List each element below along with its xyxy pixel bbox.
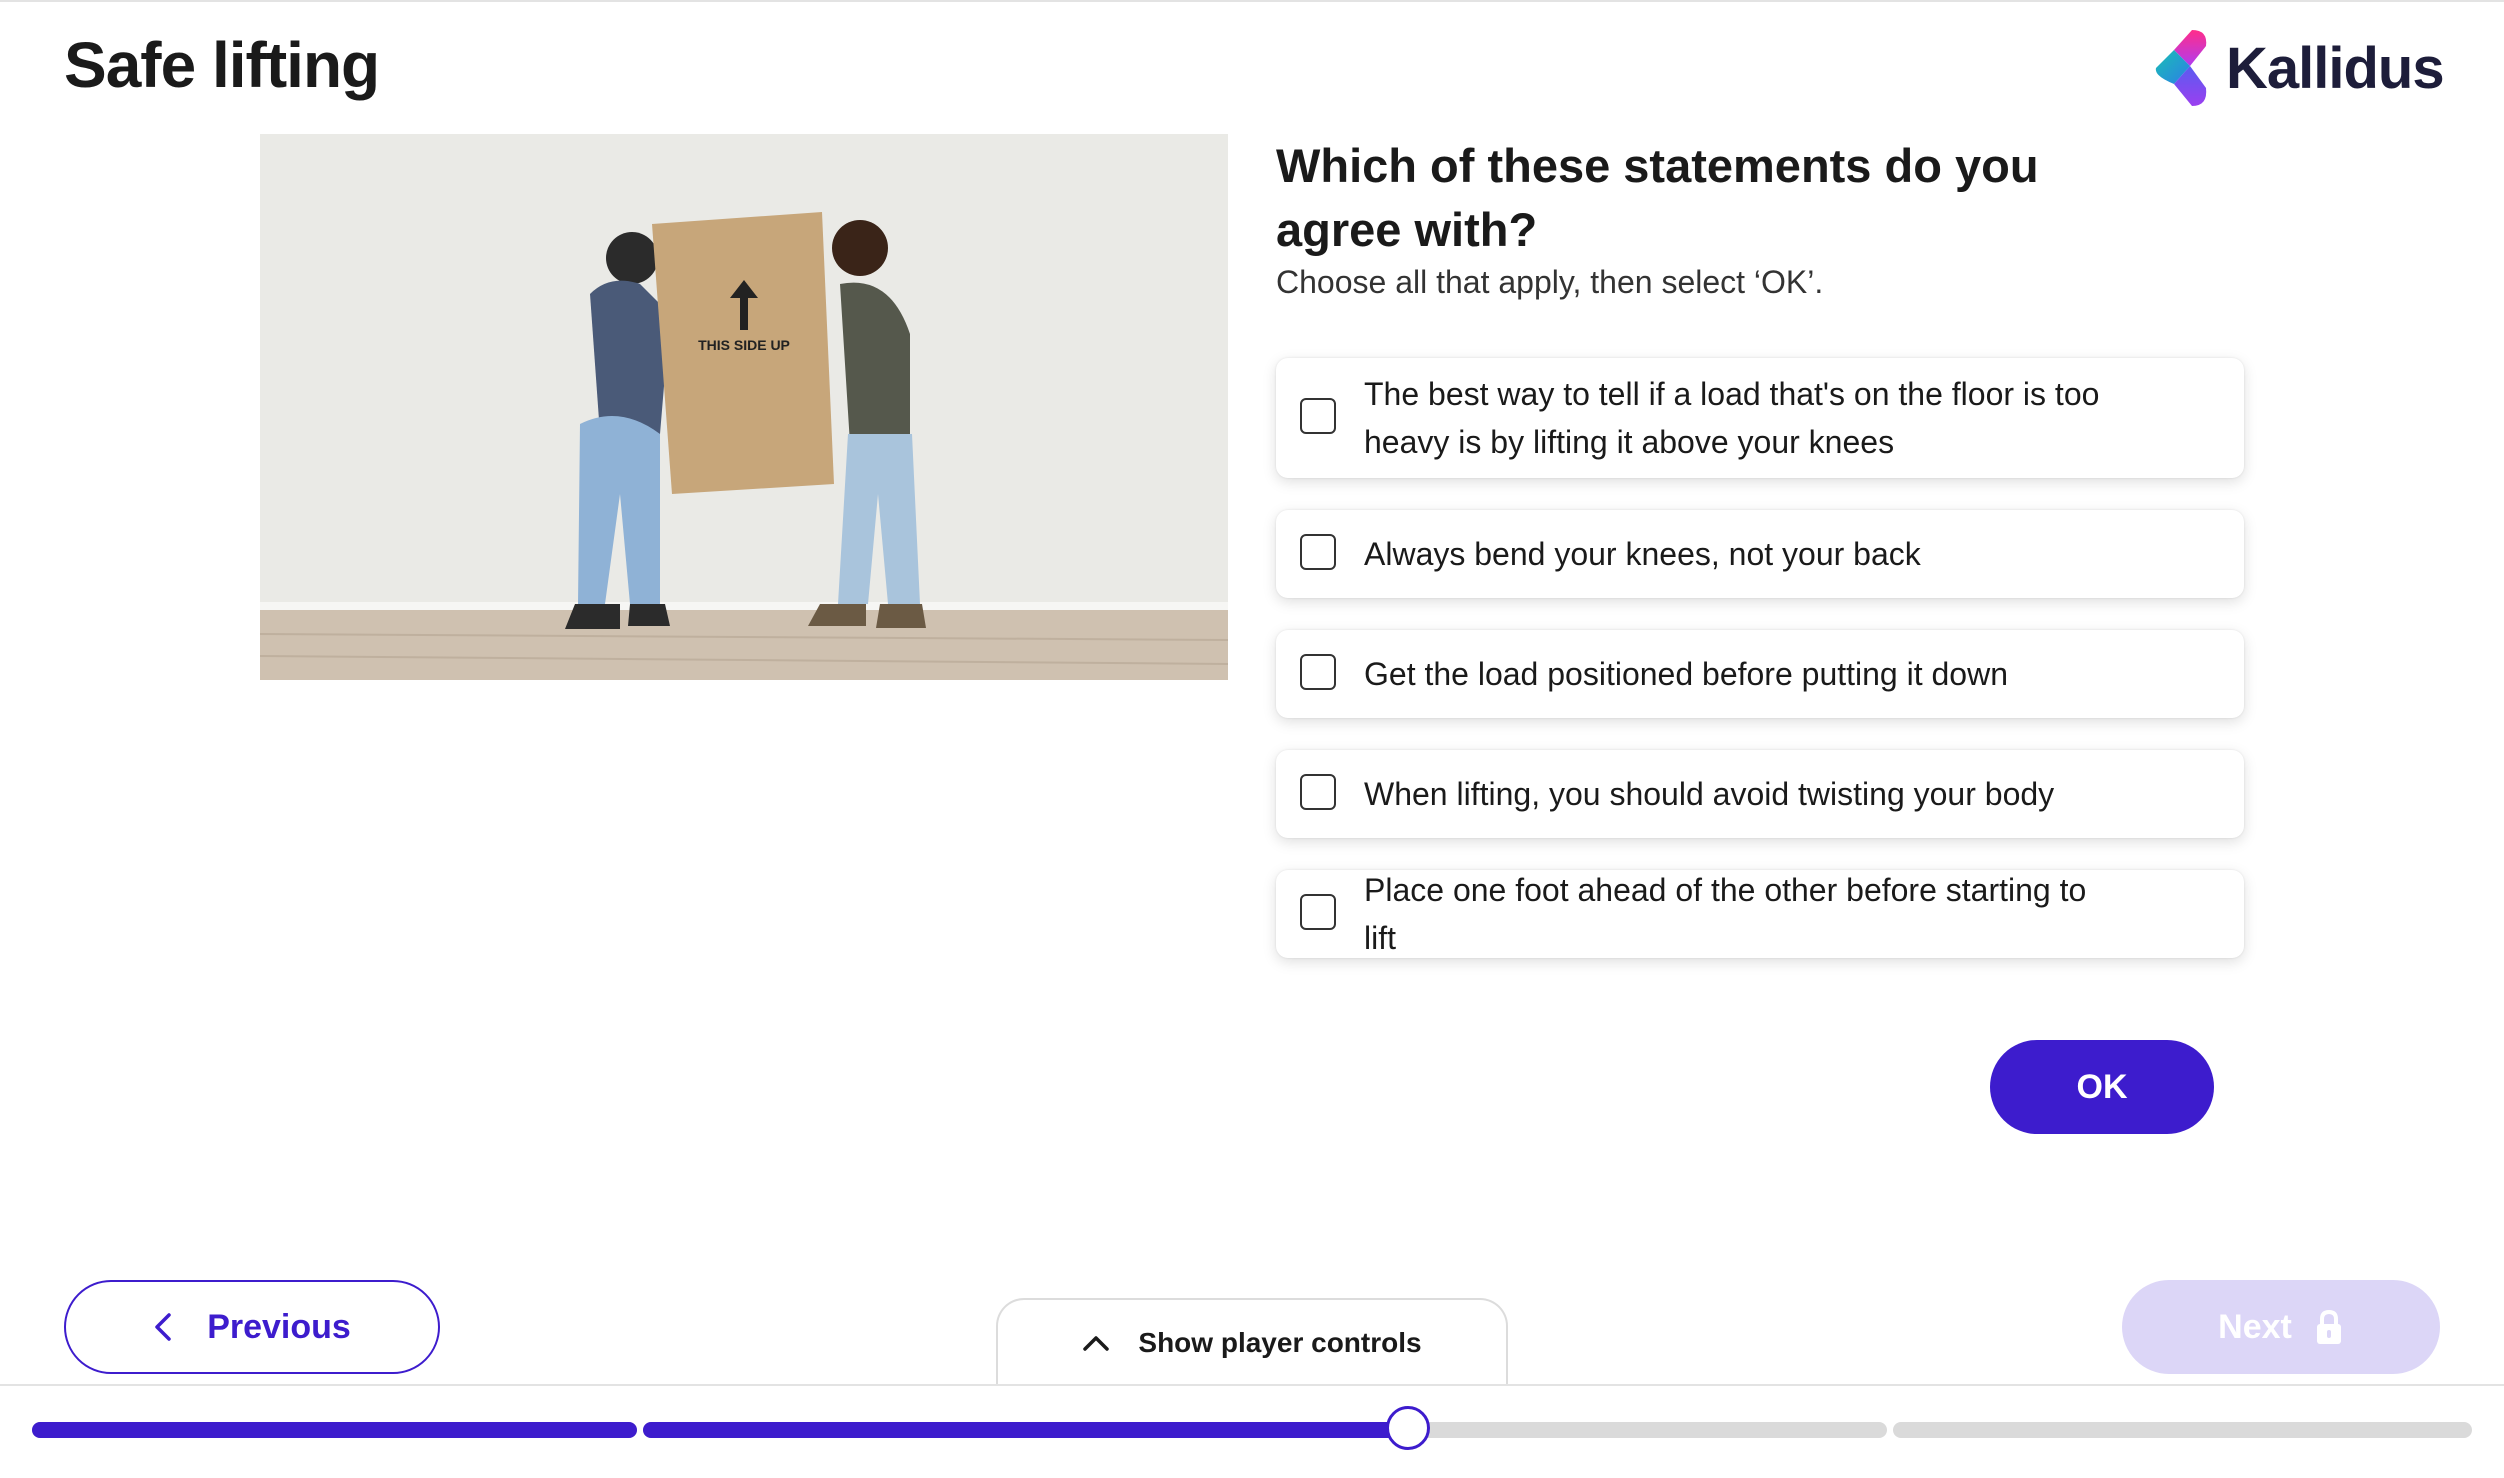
previous-button[interactable]: Previous	[64, 1280, 440, 1374]
question-instruction: Choose all that apply, then select ‘OK’.	[1276, 264, 1824, 300]
answer-options: The best way to tell if a load that's on…	[1276, 358, 2244, 990]
answer-label: The best way to tell if a load that's on…	[1364, 376, 2100, 460]
progress-bar[interactable]	[32, 1406, 2472, 1450]
progress-fill	[32, 1422, 637, 1438]
player-controls-label: Show player controls	[1138, 1327, 1422, 1358]
brand-name: Kallidus	[2226, 35, 2445, 101]
chevron-up-icon	[1083, 1336, 1110, 1351]
answer-checkbox[interactable]	[1300, 774, 1336, 810]
progress-segment	[1893, 1422, 2472, 1438]
answer-option[interactable]: When lifting, you should avoid twisting …	[1276, 750, 2244, 838]
answer-checkbox[interactable]	[1300, 398, 1336, 434]
chevron-left-icon	[155, 1313, 171, 1341]
show-player-controls-button[interactable]: Show player controls	[996, 1298, 1508, 1386]
answer-label: Always bend your knees, not your back	[1364, 536, 1921, 572]
answer-checkbox[interactable]	[1300, 534, 1336, 570]
page-title: Safe lifting	[64, 29, 380, 101]
top-divider	[0, 0, 2504, 2]
previous-label: Previous	[207, 1307, 351, 1346]
progress-segment	[643, 1422, 1887, 1438]
answer-label: When lifting, you should avoid twisting …	[1364, 776, 2055, 812]
answer-option[interactable]: Place one foot ahead of the other before…	[1276, 870, 2244, 958]
answer-option[interactable]: The best way to tell if a load that's on…	[1276, 358, 2244, 478]
progress-fill	[643, 1422, 1409, 1438]
next-button[interactable]: Next	[2122, 1280, 2440, 1374]
next-label: Next	[2218, 1307, 2292, 1346]
answer-label: Get the load positioned before putting i…	[1364, 656, 2008, 692]
answer-checkbox[interactable]	[1300, 894, 1336, 930]
kallidus-logo-icon	[2155, 30, 2207, 106]
footer-divider	[0, 1384, 2504, 1386]
ok-button[interactable]: OK	[1990, 1040, 2214, 1134]
answer-label: Place one foot ahead of the other before…	[1364, 872, 2087, 956]
progress-segment	[32, 1422, 637, 1438]
lock-icon	[2316, 1309, 2341, 1344]
answer-checkbox[interactable]	[1300, 654, 1336, 690]
brand-logo: Kallidus	[2150, 26, 2445, 110]
box-label: THIS SIDE UP	[698, 337, 790, 353]
answer-option[interactable]: Always bend your knees, not your back	[1276, 510, 2244, 598]
lifting-photo: THIS SIDE UP	[260, 134, 1228, 680]
question-text: Which of these statements do you agree w…	[1276, 139, 2039, 256]
answer-option[interactable]: Get the load positioned before putting i…	[1276, 630, 2244, 718]
progress-knob[interactable]	[1386, 1406, 1431, 1450]
